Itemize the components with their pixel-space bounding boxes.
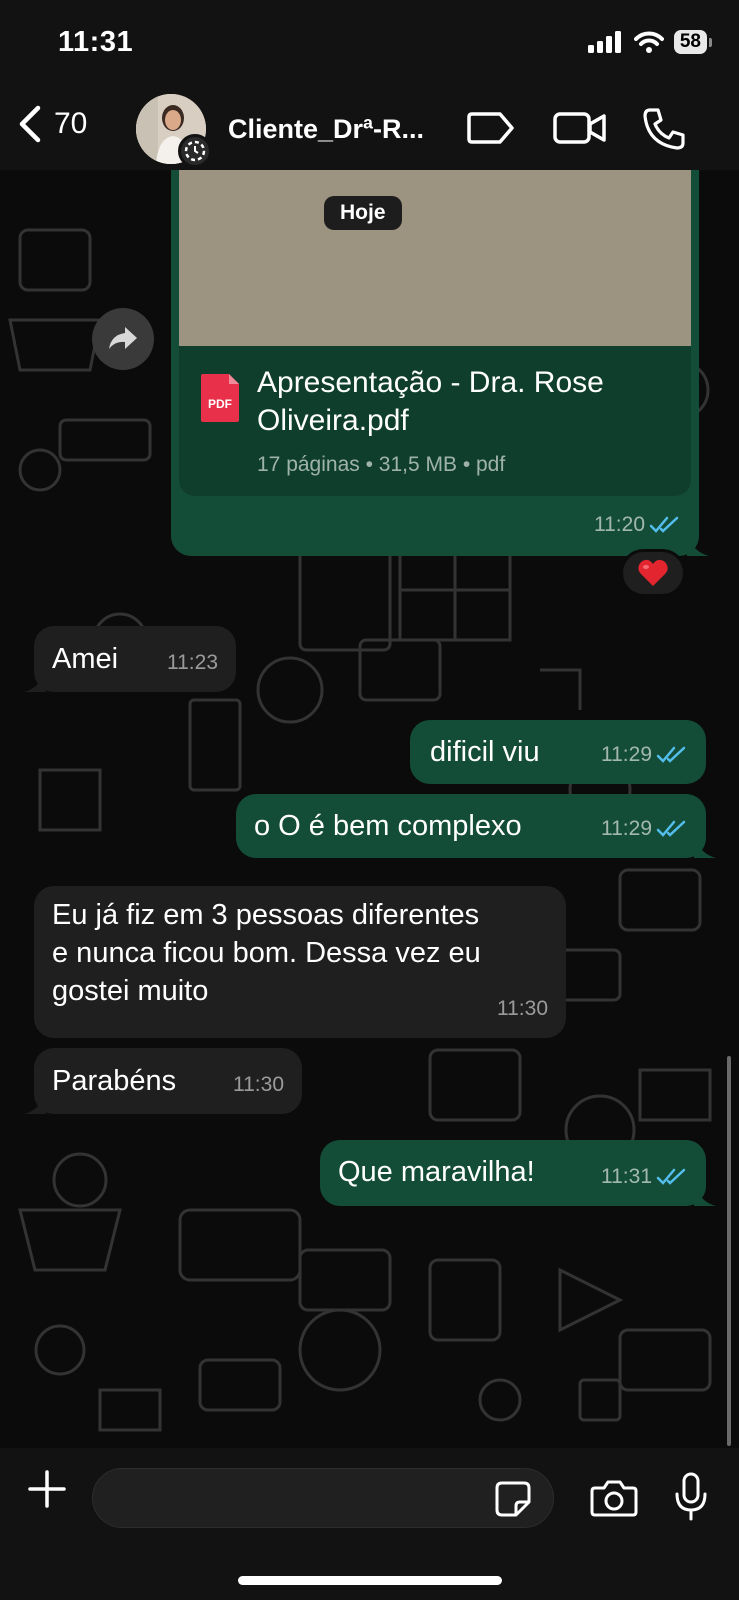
message-time: 11:30	[497, 997, 548, 1020]
home-indicator[interactable]	[238, 1576, 502, 1585]
message-time: 11:29	[601, 817, 652, 840]
message-text: Que maravilha!	[338, 1156, 535, 1188]
message-text-line: e nunca ficou bom. Dessa vez eu	[52, 937, 481, 969]
message-meta: 11:20	[594, 506, 681, 544]
message-input[interactable]	[92, 1468, 554, 1528]
forward-button[interactable]	[92, 308, 154, 370]
read-ticks-icon	[656, 820, 686, 837]
message-text: Eu já fiz em 3 pessoas diferentes e nunc…	[52, 896, 552, 1010]
message-meta: 11:30	[497, 990, 548, 1028]
cellular-signal-icon	[587, 31, 621, 53]
message-meta: 11:29	[601, 736, 688, 774]
bubble-tail	[694, 1184, 716, 1206]
camera-icon	[590, 1480, 638, 1517]
chat-screen: 11:31 58 70 Cliente_Drª-R... PDF Apresen…	[0, 0, 739, 1600]
bubble-tail	[24, 1092, 46, 1114]
document-title: Apresentação - Dra. Rose Oliveira.pdf	[257, 364, 677, 440]
message-meta: 11:23	[167, 644, 218, 682]
incoming-message[interactable]: Amei 11:23	[24, 626, 236, 692]
unread-count: 70	[54, 107, 88, 140]
document-preview[interactable]	[179, 170, 691, 346]
document-details: 17 páginas • 31,5 MB • pdf	[257, 453, 506, 476]
chat-header: 70 Cliente_Drª-R...	[0, 90, 739, 170]
document-message[interactable]: PDF Apresentação - Dra. Rose Oliveira.pd…	[171, 170, 709, 556]
camera-button[interactable]	[590, 1478, 638, 1523]
message-time: 11:31	[601, 1165, 652, 1188]
document-title-line: Oliveira.pdf	[257, 404, 409, 437]
status-time: 11:31	[58, 26, 134, 58]
video-call-button[interactable]	[552, 106, 608, 155]
attach-button[interactable]	[26, 1468, 68, 1515]
svg-text:PDF: PDF	[208, 397, 232, 411]
message-time: 11:23	[167, 651, 218, 674]
status-bar: 11:31 58	[0, 0, 739, 90]
document-title-line: Apresentação - Dra. Rose	[257, 366, 604, 399]
incoming-message[interactable]: Parabéns 11:30	[24, 1048, 302, 1114]
message-time: 11:20	[594, 513, 645, 536]
reaction-badge[interactable]	[620, 549, 686, 597]
contact-name[interactable]: Cliente_Drª-R...	[228, 114, 448, 145]
message-text: dificil viu	[430, 736, 540, 768]
sticker-button[interactable]	[494, 1480, 532, 1523]
incoming-message[interactable]: Eu já fiz em 3 pessoas diferentes e nunc…	[34, 886, 566, 1038]
bubble-tail	[687, 534, 709, 556]
message-text: Amei	[52, 643, 119, 675]
wifi-icon	[633, 31, 664, 53]
message-meta: 11:29	[601, 810, 688, 848]
bubble-tail	[24, 670, 46, 692]
label-tag-icon	[467, 112, 514, 144]
input-bar	[0, 1448, 739, 1600]
read-ticks-icon	[656, 1168, 686, 1185]
message-meta: 11:31	[601, 1158, 688, 1196]
message-text-line: Eu já fiz em 3 pessoas diferentes	[52, 899, 480, 931]
document-info[interactable]: PDF Apresentação - Dra. Rose Oliveira.pd…	[179, 346, 691, 496]
sticker-icon	[495, 1481, 531, 1517]
message-time: 11:29	[601, 743, 652, 766]
forward-icon	[109, 327, 137, 349]
message-text-line: gostei muito	[52, 975, 209, 1007]
message-time: 11:30	[233, 1073, 284, 1096]
bubble-tail	[694, 836, 716, 858]
outgoing-message[interactable]: dificil viu 11:29	[410, 720, 706, 784]
message-meta: 11:30	[233, 1066, 284, 1104]
read-ticks-icon	[656, 746, 686, 763]
back-button[interactable]: 70	[16, 104, 87, 144]
scrollbar[interactable]	[727, 1056, 731, 1446]
outgoing-message[interactable]: Que maravilha! 11:31	[320, 1140, 716, 1206]
label-button[interactable]	[466, 106, 516, 155]
voice-call-button[interactable]	[640, 106, 688, 157]
plus-icon	[28, 1470, 66, 1508]
message-text: o O é bem complexo	[254, 810, 522, 842]
heart-icon	[638, 559, 668, 586]
read-ticks-icon	[649, 516, 679, 533]
status-ring-icon	[178, 134, 212, 168]
video-call-icon	[553, 112, 606, 144]
back-chevron-icon	[19, 105, 41, 143]
microphone-icon	[675, 1472, 707, 1521]
pdf-icon: PDF	[201, 374, 239, 422]
date-chip: Hoje	[324, 196, 402, 230]
outgoing-message[interactable]: o O é bem complexo 11:29	[236, 794, 716, 858]
battery-indicator: 58	[673, 30, 713, 54]
status-icons: 58	[587, 30, 713, 54]
microphone-button[interactable]	[674, 1472, 708, 1527]
message-text: Parabéns	[52, 1065, 177, 1097]
phone-icon	[643, 108, 685, 150]
